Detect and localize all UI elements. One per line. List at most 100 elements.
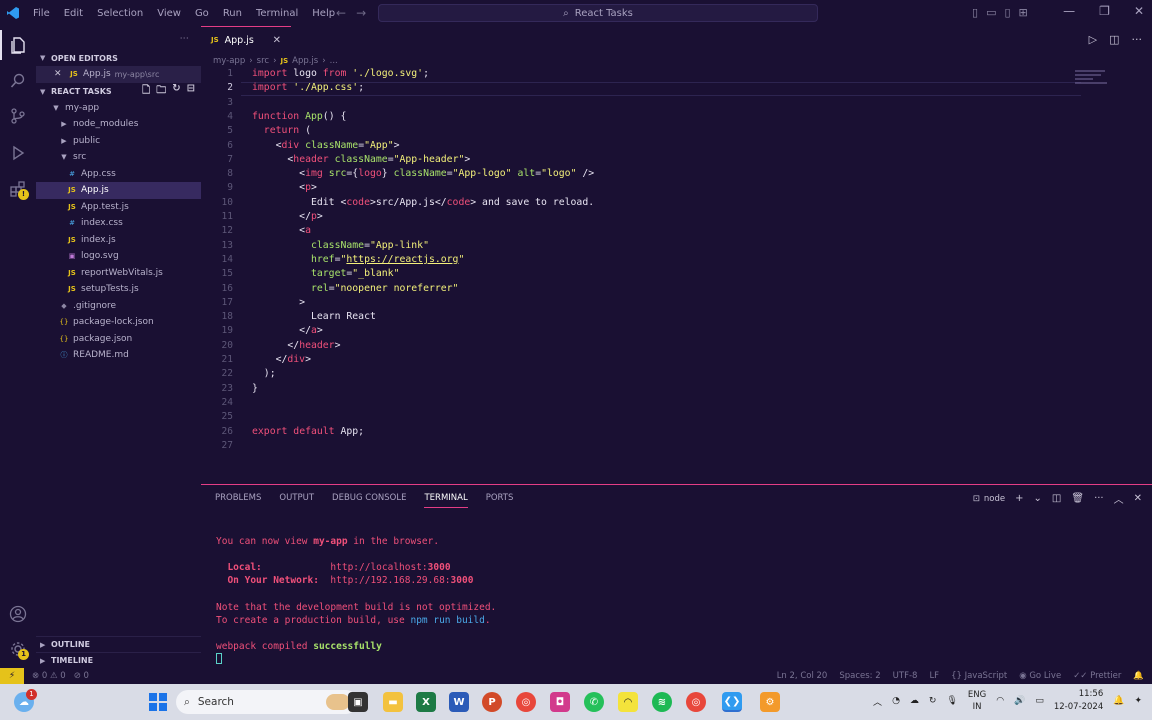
minimize-icon[interactable]: — <box>1063 4 1075 18</box>
tab-problems[interactable]: PROBLEMS <box>215 493 261 503</box>
restore-icon[interactable]: ❐ <box>1099 4 1110 18</box>
search-view-icon[interactable] <box>0 66 36 96</box>
tab-app-js[interactable]: JS App.js ✕ <box>201 26 291 53</box>
maximize-panel-icon[interactable]: ︿ <box>1114 491 1124 506</box>
whatsapp-icon[interactable]: ✆ <box>584 692 604 712</box>
split-terminal-icon[interactable]: ◫ <box>1052 493 1061 504</box>
run-file-icon[interactable]: ▷ <box>1089 33 1097 46</box>
start-menu-icon[interactable] <box>148 692 168 712</box>
tree-item[interactable]: {} package-lock.json <box>36 314 201 331</box>
tray-app-icon[interactable]: ◔ <box>892 696 900 706</box>
tree-item[interactable]: # index.css <box>36 215 201 232</box>
manage-gear-icon[interactable]: 1 <box>0 634 36 664</box>
account-icon[interactable] <box>0 599 36 629</box>
volume-icon[interactable]: 🔊 <box>1014 696 1025 706</box>
menu-terminal[interactable]: Terminal <box>249 8 305 19</box>
breadcrumb-item[interactable]: App.js <box>292 56 318 66</box>
word-icon[interactable]: W <box>449 692 469 712</box>
open-editor-item[interactable]: ✕ JS App.js my-app\src <box>36 66 201 83</box>
tree-item[interactable]: ◆ .gitignore <box>36 298 201 315</box>
menu-go[interactable]: Go <box>188 8 216 19</box>
menu-file[interactable]: File <box>26 8 57 19</box>
ports-status[interactable]: ⊘ 0 <box>74 671 89 681</box>
tree-item[interactable]: ▶ public <box>36 133 201 150</box>
spotify-icon[interactable]: ≋ <box>652 692 672 712</box>
menu-run[interactable]: Run <box>216 8 249 19</box>
tree-item[interactable]: ⓘ README.md <box>36 347 201 364</box>
terminal-selector[interactable]: ⊡ node <box>973 494 1005 504</box>
new-file-icon[interactable]: 🗋 <box>142 83 150 100</box>
tree-item[interactable]: JS index.js <box>36 232 201 249</box>
file-explorer-icon[interactable]: ▬ <box>383 692 403 712</box>
workspace-section[interactable]: ▼ REACT TASKS 🗋 🗀 ↻ ⊟ <box>36 83 201 100</box>
indentation[interactable]: Spaces: 2 <box>839 671 880 681</box>
vscode-taskbar-icon[interactable]: ❮❯ <box>722 692 742 712</box>
task-view-icon[interactable]: ▣ <box>348 692 368 712</box>
chevron-down-icon[interactable]: ⌄ <box>1034 493 1042 504</box>
copilot-icon[interactable]: ✦ <box>1134 696 1142 706</box>
instagram-icon[interactable]: ◘ <box>550 692 570 712</box>
clock[interactable]: 11:56 12-07-2024 <box>1054 688 1103 714</box>
snapchat-icon[interactable]: ◠ <box>618 692 638 712</box>
run-debug-icon[interactable] <box>0 138 36 168</box>
tree-item[interactable]: # App.css <box>36 166 201 183</box>
powerpoint-icon[interactable]: P <box>482 692 502 712</box>
remote-indicator-icon[interactable]: ⚡ <box>0 668 24 684</box>
battery-icon[interactable]: ▭ <box>1035 696 1044 706</box>
end-of-line[interactable]: LF <box>929 671 939 681</box>
tree-item[interactable]: JS App.js <box>36 182 201 199</box>
timeline-section[interactable]: ▶ TIMELINE <box>36 652 201 668</box>
new-terminal-icon[interactable]: + <box>1015 493 1023 504</box>
close-tab-icon[interactable]: ✕ <box>273 35 281 46</box>
new-folder-icon[interactable]: 🗀 <box>156 83 166 100</box>
more-actions-icon[interactable]: ··· <box>1094 493 1104 504</box>
tree-item[interactable]: {} package.json <box>36 331 201 348</box>
extensions-icon[interactable]: ! <box>0 174 36 204</box>
tree-item[interactable]: JS App.test.js <box>36 199 201 216</box>
prettier-status[interactable]: ✓✓ Prettier <box>1073 671 1121 681</box>
back-arrow-icon[interactable]: ← <box>336 6 356 20</box>
forward-arrow-icon[interactable]: → <box>356 6 376 20</box>
go-live-button[interactable]: ◉ Go Live <box>1019 671 1061 681</box>
tree-item[interactable]: ▶ node_modules <box>36 116 201 133</box>
breadcrumb-item[interactable]: ... <box>330 56 338 66</box>
tray-sync-icon[interactable]: ↻ <box>929 696 937 706</box>
cursor-position[interactable]: Ln 2, Col 20 <box>777 671 828 681</box>
notifications-bell-icon[interactable]: 🔔 <box>1113 696 1124 706</box>
source-control-icon[interactable] <box>0 101 36 131</box>
more-actions-icon[interactable]: ··· <box>1132 33 1143 46</box>
breadcrumb-item[interactable]: my-app <box>213 56 245 66</box>
tab-ports[interactable]: PORTS <box>486 493 514 503</box>
refresh-icon[interactable]: ↻ <box>172 83 180 100</box>
problems-status[interactable]: ⊗ 0 ⚠ 0 <box>32 671 66 681</box>
menu-selection[interactable]: Selection <box>90 8 150 19</box>
tab-output[interactable]: OUTPUT <box>279 493 314 503</box>
taskbar-search-box[interactable]: ⌕ Search <box>176 690 358 714</box>
chrome-icon[interactable]: ◎ <box>516 692 536 712</box>
tab-terminal[interactable]: TERMINAL <box>424 493 468 508</box>
microphone-icon[interactable]: 🎙 <box>946 696 957 706</box>
tray-cloud-icon[interactable]: ☁ <box>910 696 919 706</box>
notifications-bell-icon[interactable]: 🔔 <box>1133 671 1144 681</box>
command-center-search[interactable]: ⌕ React Tasks <box>378 4 818 22</box>
encoding[interactable]: UTF-8 <box>893 671 918 681</box>
outline-section[interactable]: ▶ OUTLINE <box>36 636 201 652</box>
close-editor-icon[interactable]: ✕ <box>54 69 68 79</box>
explorer-icon[interactable] <box>0 30 36 60</box>
more-actions-icon[interactable]: ··· <box>180 34 189 43</box>
open-editors-section[interactable]: ▼ OPEN EDITORS <box>36 50 201 66</box>
close-panel-icon[interactable]: ✕ <box>1134 493 1142 504</box>
tree-item[interactable]: JS setupTests.js <box>36 281 201 298</box>
toggle-sidebar-icon[interactable]: ▯ <box>972 6 978 19</box>
tree-item[interactable]: JS reportWebVitals.js <box>36 265 201 282</box>
tree-item[interactable]: ▣ logo.svg <box>36 248 201 265</box>
customize-layout-icon[interactable]: ⊞ <box>1019 6 1028 19</box>
collapse-all-icon[interactable]: ⊟ <box>187 83 195 100</box>
chevron-up-icon[interactable]: ︿ <box>873 695 882 708</box>
tree-item[interactable]: ▼ my-app <box>36 100 201 117</box>
wifi-icon[interactable]: ◠ <box>996 696 1004 706</box>
terminal-cursor[interactable] <box>216 653 222 664</box>
app-taskbar-icon[interactable]: ⚙ <box>760 692 780 712</box>
toggle-secondary-sidebar-icon[interactable]: ▯ <box>1004 6 1010 19</box>
menu-view[interactable]: View <box>150 8 188 19</box>
